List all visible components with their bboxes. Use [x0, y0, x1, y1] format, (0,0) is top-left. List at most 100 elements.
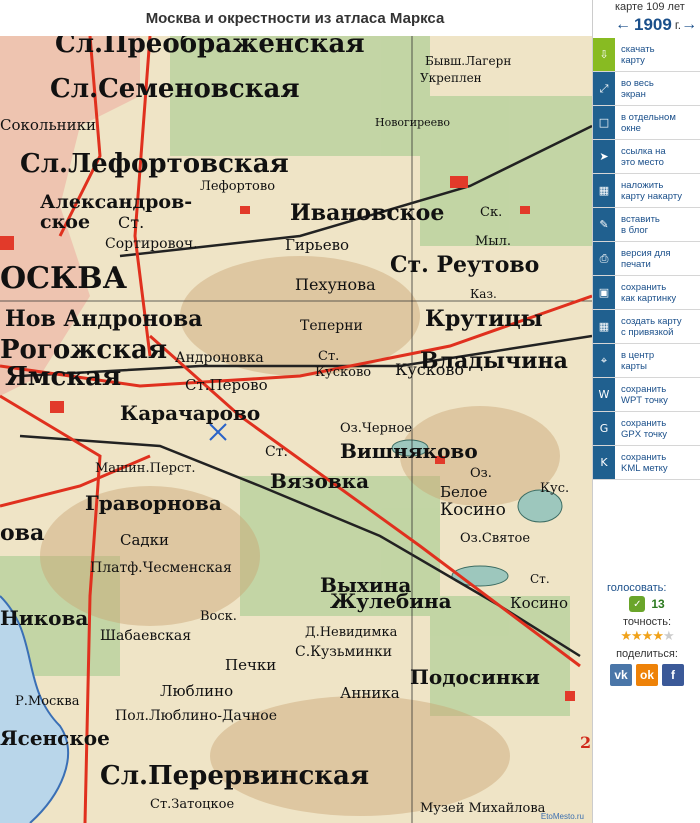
- map-label: Косино: [510, 594, 568, 612]
- vote-panel: голосовать: ✓ 13 точность: ★★★★★ поделит…: [593, 582, 700, 686]
- wpt-icon: W: [593, 378, 615, 411]
- tool-image[interactable]: ▣ сохранить как картинку: [593, 276, 700, 310]
- map-label: Воск.: [200, 609, 237, 624]
- map-label: Анника: [340, 684, 400, 702]
- tool-grid[interactable]: ▦ создать карту с привязкой: [593, 310, 700, 344]
- image-icon: ▣: [593, 276, 615, 309]
- star-icon[interactable]: ★: [642, 628, 654, 643]
- map-label: Ст.: [118, 213, 144, 232]
- map-viewport[interactable]: 2 Сл.Преображенская Сл.Семеновская Сокольн…: [0, 36, 592, 823]
- map-label: Оз.Черное: [340, 421, 412, 436]
- tool-gpx[interactable]: Gсохранить GPX точку: [593, 412, 700, 446]
- overlay-icon: ▦: [593, 174, 615, 207]
- tool-list: ⇩ скачать карту ⤢ во весь экран □ в отдельном…: [593, 38, 700, 480]
- pencil-icon: ✎: [593, 208, 615, 241]
- svg-text:2: 2: [580, 733, 591, 752]
- tool-print[interactable]: ⎙ версия для печати: [593, 242, 700, 276]
- vk-share-button[interactable]: vk: [610, 664, 632, 686]
- tool-label: сохранить GPX точку: [621, 417, 667, 440]
- map-label: Крутицы: [425, 306, 543, 332]
- map-label: Ст.: [318, 349, 339, 364]
- map-label: Оз.: [470, 466, 492, 481]
- tool-label: во весь экран: [621, 77, 654, 100]
- tool-pencil[interactable]: ✎ вставить в блог: [593, 208, 700, 242]
- star-icon[interactable]: ★: [652, 628, 664, 643]
- map-label: Рогожская: [0, 335, 167, 365]
- map-label: Р.Москва: [15, 694, 80, 709]
- tool-label: ссылка на это место: [621, 145, 666, 168]
- map-label: Ямская: [5, 362, 121, 392]
- tool-label: создать карту с привязкой: [621, 315, 682, 338]
- map-label: Пехунова: [295, 275, 376, 294]
- accuracy-stars[interactable]: ★★★★★: [593, 628, 700, 644]
- star-icon[interactable]: ★: [631, 628, 643, 643]
- arrow-right-icon[interactable]: →: [681, 16, 697, 34]
- vote-label: голосовать:: [607, 582, 667, 594]
- map-label: Оз.Святое: [460, 531, 530, 546]
- tool-fullscreen[interactable]: ⤢ во весь экран: [593, 72, 700, 106]
- fb-share-button[interactable]: f: [662, 664, 684, 686]
- map-label: Ст.Затоцкое: [150, 797, 234, 812]
- map-label: Сокольники: [0, 116, 96, 134]
- center-icon: ⌖: [593, 344, 615, 377]
- tool-overlay[interactable]: ▦ наложить карту накарту: [593, 174, 700, 208]
- map-label: Ск.: [480, 205, 502, 220]
- map-label: Кус.: [540, 481, 569, 496]
- page-title: Москва и окрестности из атласа Маркса: [0, 0, 590, 36]
- link-cursor-icon: ➤: [593, 140, 615, 173]
- historical-map[interactable]: 2 Сл.Преображенская Сл.Семеновская Сокольн…: [0, 36, 592, 823]
- map-label: Сортировоч.: [105, 236, 198, 252]
- window-icon: □: [593, 106, 615, 139]
- tool-link-cursor[interactable]: ➤ ссылка на это место: [593, 140, 700, 174]
- map-label: Белое: [440, 483, 487, 501]
- map-label: Ст.: [265, 444, 288, 460]
- map-label: Печки: [225, 656, 276, 674]
- map-label: Шабаевская: [100, 628, 191, 644]
- tool-wpt[interactable]: Wсохранить WPT точку: [593, 378, 700, 412]
- map-label: Теперни: [300, 318, 363, 334]
- tool-kml[interactable]: Kсохранить KML метку: [593, 446, 700, 480]
- map-label: Граворнова: [85, 491, 222, 515]
- gpx-icon: G: [593, 412, 615, 445]
- map-label: Ясенское: [0, 726, 110, 750]
- vote-count: 13: [651, 597, 665, 611]
- map-label: Сл.Перервинская: [100, 761, 369, 791]
- kml-icon: K: [593, 446, 615, 479]
- map-label: Карачарово: [120, 401, 260, 425]
- sidebar: карте 109 лет ← 1909 г. → ⇩ скачать карту…: [592, 0, 700, 823]
- star-icon[interactable]: ★: [620, 628, 632, 643]
- ok-share-button[interactable]: ok: [636, 664, 658, 686]
- map-label: Андроновка: [175, 350, 264, 366]
- tool-label: сохранить как картинку: [621, 281, 677, 304]
- star-icon[interactable]: ★: [663, 628, 675, 643]
- map-label: ОСКВА: [0, 261, 128, 296]
- map-label: Укреплен: [420, 71, 482, 85]
- tool-window[interactable]: □ в отдельном окне: [593, 106, 700, 140]
- thumbs-up-icon[interactable]: ✓: [629, 596, 646, 612]
- map-label: Владычина: [420, 348, 568, 374]
- map-label: Бывш.Лагерн: [425, 54, 511, 68]
- fullscreen-icon: ⤢: [593, 72, 615, 105]
- map-label: Д.Невидимка: [305, 625, 398, 640]
- map-label: Платф.Чесменская: [90, 560, 232, 576]
- map-label: Ст.Перово: [185, 376, 268, 394]
- map-label: Вязовка: [270, 469, 369, 493]
- map-label: Ивановское: [290, 200, 444, 226]
- tool-label: версия для печати: [621, 247, 671, 270]
- tool-label: сохранить WPT точку: [621, 383, 668, 406]
- map-label: Ст. Реутово: [390, 252, 539, 278]
- map-attribution[interactable]: EtoMesto.ru: [541, 812, 584, 821]
- tool-label: наложить карту накарту: [621, 179, 683, 202]
- share-label: поделиться:: [616, 648, 678, 660]
- download-icon: ⇩: [593, 38, 615, 71]
- map-label: Кусково: [315, 365, 371, 380]
- map-label: Пол.Люблино-Дачное: [115, 708, 277, 724]
- map-label: Никова: [0, 606, 88, 630]
- accuracy-label: точность:: [622, 616, 672, 628]
- arrow-left-icon[interactable]: ←: [615, 16, 631, 34]
- tool-download[interactable]: ⇩ скачать карту: [593, 38, 700, 72]
- map-label: Сл.Семеновская: [50, 74, 300, 104]
- map-label: Ст.: [530, 572, 550, 586]
- map-label: Машин.Перст.: [95, 461, 196, 476]
- tool-center[interactable]: ⌖ в центр карты: [593, 344, 700, 378]
